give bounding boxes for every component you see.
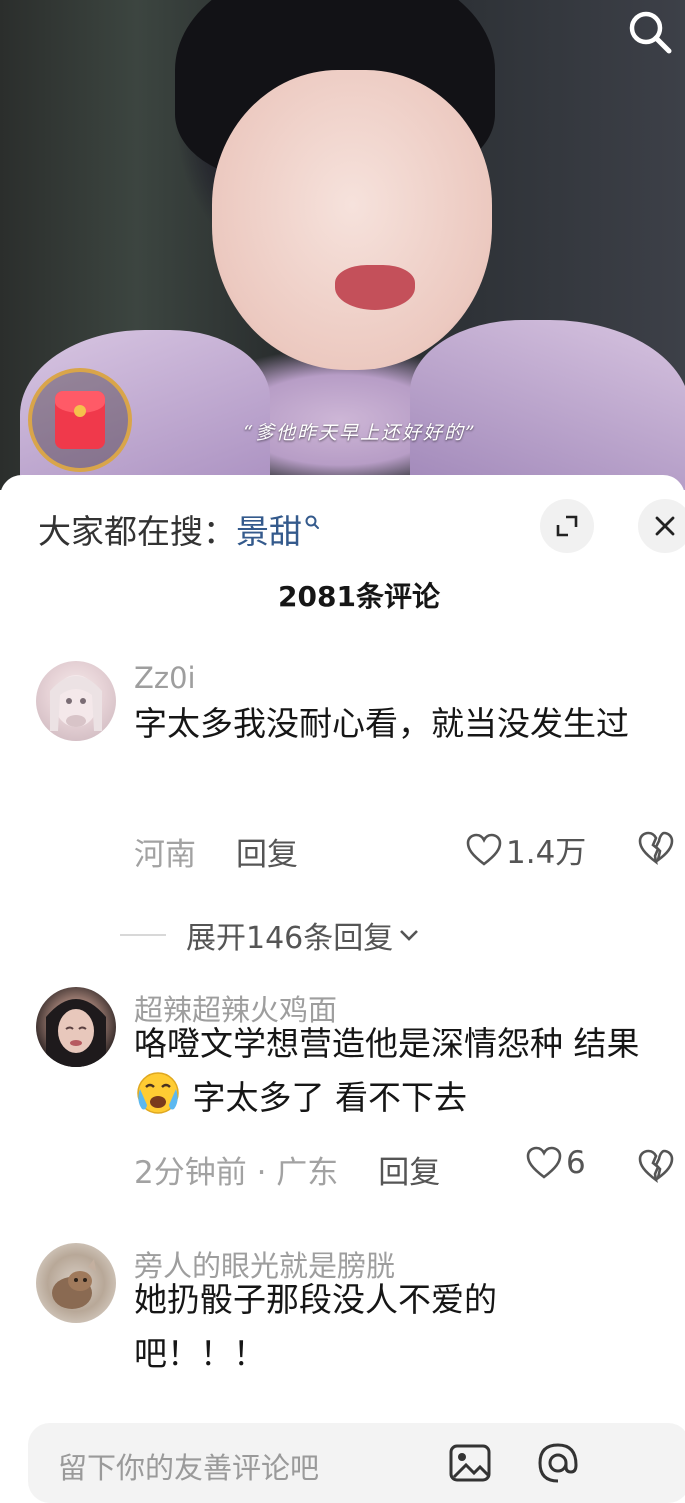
mention-icon[interactable] [536,1441,580,1485]
avatar[interactable] [36,987,116,1067]
comment-input-placeholder: 留下你的友善评论吧 [58,1451,320,1485]
expand-replies-label: 展开146条回复 [186,921,394,956]
expand-panel-button[interactable] [540,499,594,553]
comment-username[interactable]: Zz0i [134,661,196,695]
avatar[interactable] [36,1243,116,1323]
like-button[interactable]: 1.4万 [466,827,586,872]
red-packet-button[interactable] [28,368,132,472]
hot-search-bar[interactable]: 大家都在搜： 景甜 [38,505,320,553]
video-frame-face [212,70,492,370]
crying-emoji-icon [134,1071,182,1115]
search-button[interactable] [622,4,678,60]
avatar-image [50,675,102,731]
comment-input[interactable]: 留下你的友善评论吧 [28,1423,685,1503]
image-icon[interactable] [448,1443,492,1483]
close-icon [655,516,675,536]
comment-location: 河南 [134,837,196,873]
reply-button[interactable]: 回复 [236,829,298,874]
comment-text: 咯噔文学想营造他是深情怨种 结果 字太多了 看不下去 [134,1017,674,1125]
chevron-down-icon [400,930,419,941]
comment-text-part: 咯噔文学想营造他是深情怨种 结果 [134,1024,640,1063]
video-subtitle: “爹他昨天早上还好好的” [243,422,477,444]
comment-panel: 大家都在搜： 景甜 2081条评论 Zz0i 字太多我没耐心看，就当没发生过 河… [0,475,685,1503]
comment-text: 她扔骰子那段没人不爱的吧！！！ [134,1280,497,1373]
heart-icon [466,833,502,866]
expand-icon [556,515,578,537]
heart-icon [526,1146,562,1179]
broken-heart-icon [638,1149,674,1183]
red-envelope-icon [55,391,105,449]
avatar[interactable] [36,661,116,741]
like-count: 6 [566,1145,586,1181]
divider [120,934,166,936]
hot-search-keyword[interactable]: 景甜 [236,505,302,553]
close-button[interactable] [638,499,685,553]
comment-item: 旁人的眼光就是膀胱 她扔骰子那段没人不爱的吧！！！ [36,1243,685,1423]
avatar-image [46,999,106,1067]
like-button[interactable]: 6 [526,1145,586,1181]
comment-text: 字太多我没耐心看，就当没发生过 [134,704,629,743]
hot-search-label: 大家都在搜： [38,512,236,551]
broken-heart-icon [638,831,674,865]
video-frame-sleeve [410,320,685,490]
comment-meta: 河南 回复 [134,829,298,874]
avatar-image [52,1259,96,1309]
dislike-button[interactable] [638,831,674,869]
like-count: 1.4万 [506,835,587,871]
video-frame-mouth [335,265,415,310]
expand-replies-button[interactable]: 展开146条回复 [120,913,421,957]
comment-time-location: 2分钟前 · 广东 [134,1155,339,1191]
video-player[interactable]: “爹他昨天早上还好好的” [0,0,685,490]
dislike-button[interactable] [638,1149,674,1187]
search-icon [629,11,672,54]
small-search-icon [305,515,319,529]
comment-text-part: 字太多了 看不下去 [182,1078,467,1117]
comment-meta: 2分钟前 · 广东 回复 [134,1147,440,1192]
comment-count-title: 2081条评论 [278,580,440,613]
comment-item: 超辣超辣火鸡面 咯噔文学想营造他是深情怨种 结果 字太多了 看不下去 2分钟前 … [36,987,685,1227]
reply-button[interactable]: 回复 [378,1147,440,1192]
